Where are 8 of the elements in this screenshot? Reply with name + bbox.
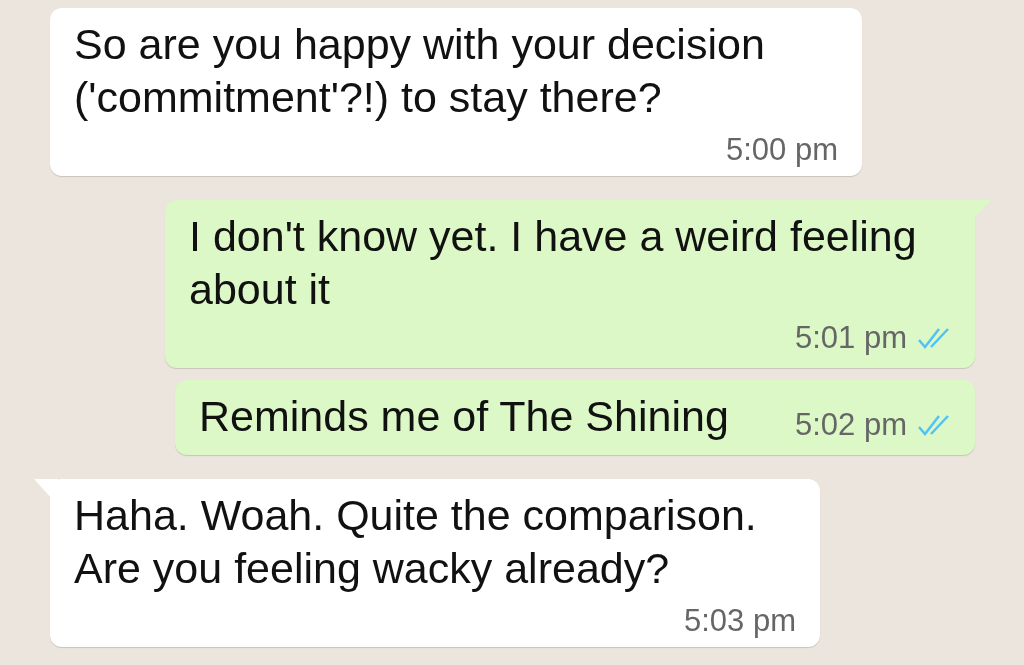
message-text: So are you happy with your decision ('commitment'?!) to stay there? <box>74 20 765 121</box>
message-time: 5:01 pm <box>795 319 907 357</box>
message-text: Reminds me of The Shining <box>199 391 729 442</box>
message-time: 5:03 pm <box>684 602 796 640</box>
message-text: I don't know yet. I have a weird feeling about it <box>189 211 918 315</box>
message-time: 5:02 pm <box>795 406 907 444</box>
message-text: Haha. Woah. Quite the comparison. Are you feeling wacky already? <box>74 491 757 592</box>
message-time: 5:00 pm <box>726 131 838 169</box>
